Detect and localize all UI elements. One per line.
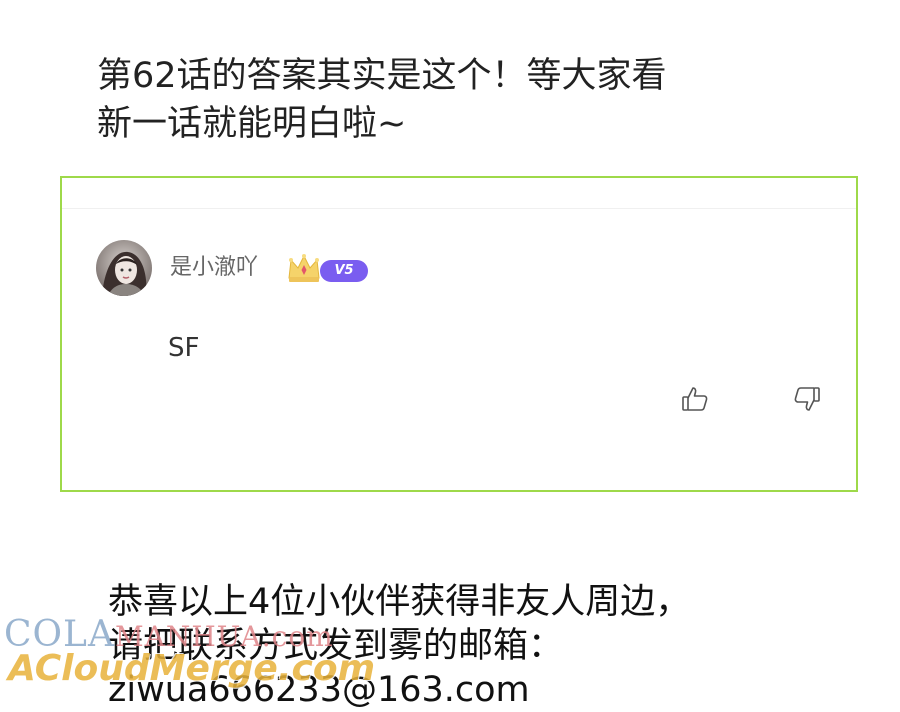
thumbs-down-icon[interactable] — [792, 384, 822, 414]
card-divider — [62, 208, 856, 209]
watermark-bottom: ACloudMerge.com — [8, 648, 376, 689]
intro-line-2: 新一话就能明白啦~ — [97, 104, 407, 144]
user-avatar[interactable] — [96, 240, 152, 296]
username[interactable]: 是小澈吖 — [170, 254, 258, 282]
vip-badge: V5 — [320, 260, 368, 282]
crown-icon — [286, 252, 322, 284]
comment-card: 是小澈吖 V5 SF — [60, 176, 858, 492]
comment-text: SF — [168, 333, 200, 363]
intro-text: 第62话的答案其实是这个！等大家看 新一话就能明白啦~ — [97, 52, 797, 148]
watermark: COLAMANHUA.com ACloudMerge.com — [0, 612, 420, 703]
thumbs-up-icon[interactable] — [680, 384, 710, 414]
intro-line-1: 第62话的答案其实是这个！等大家看 — [97, 56, 667, 96]
